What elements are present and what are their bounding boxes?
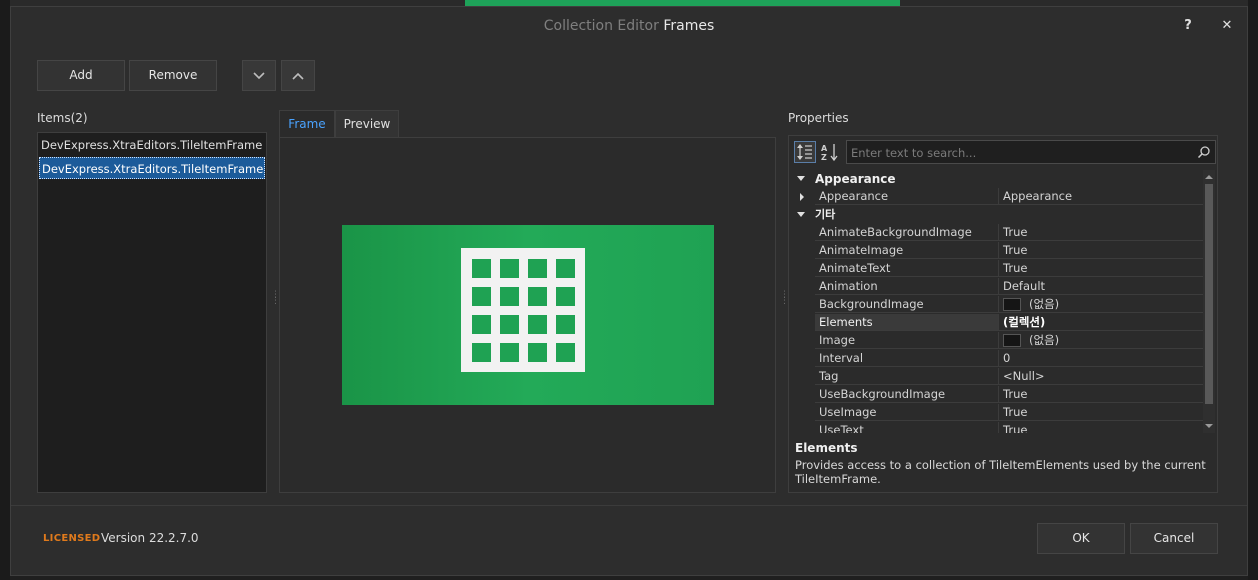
splitter-handle[interactable]: ⋮ ⋮ [271,291,280,310]
category-row[interactable]: Appearance [793,170,1203,188]
add-button[interactable]: Add [37,60,125,91]
version-label: Version 22.2.7.0 [101,531,199,545]
description-title: Elements [795,441,858,455]
property-name: AnimateImage [815,242,998,259]
property-row[interactable]: BackgroundImage (없음) [793,296,1203,314]
property-value[interactable]: True [998,224,1203,241]
property-name: Image [815,332,998,349]
move-down-button[interactable] [242,60,276,91]
property-row[interactable]: AnimateImage True [793,242,1203,260]
tab-frame[interactable]: Frame [279,110,335,137]
search-icon[interactable] [1197,145,1211,159]
title-prefix: Collection Editor [543,18,659,34]
image-swatch [1003,334,1021,347]
category-label: 기타 [815,208,836,221]
collapse-arrow-icon[interactable] [793,206,815,224]
background-left-panel [0,0,10,580]
help-button[interactable]: ? [1177,15,1199,37]
alphabetical-view-button[interactable]: A Z [819,141,841,163]
collection-editor-dialog: Collection Editor Frames ? ✕ Add Remove … [10,6,1248,576]
property-value[interactable]: Default [998,278,1203,295]
property-row[interactable]: UseBackgroundImage True [793,386,1203,404]
property-row[interactable]: Image (없음) [793,332,1203,350]
grid-icon [461,248,585,372]
property-name: Appearance [815,188,998,205]
properties-header: Properties [788,111,849,125]
categorized-view-button[interactable] [794,141,816,163]
property-name: UseText [815,422,998,433]
list-item-selected[interactable]: DevExpress.XtraEditors.TileItemFrame [39,157,265,179]
property-row[interactable]: UseImage True [793,404,1203,422]
property-name: BackgroundImage [815,296,998,313]
chevron-up-icon [292,72,304,80]
property-name: UseImage [815,404,998,421]
property-name: Tag [815,368,998,385]
property-row[interactable]: Interval 0 [793,350,1203,368]
scroll-down-icon[interactable] [1203,421,1215,431]
property-name: AnimateBackgroundImage [815,224,998,241]
property-name: Animation [815,278,998,295]
property-value-text: (없음) [1029,297,1060,311]
expand-arrow-icon[interactable] [793,188,815,206]
chevron-down-icon [253,72,265,80]
property-row[interactable]: Tag <Null> [793,368,1203,386]
footer-divider [11,505,1247,506]
property-name: AnimateText [815,260,998,277]
description-text: Provides access to a collection of TileI… [795,458,1206,486]
sort-alphabetical-icon: A Z [821,144,838,162]
ok-button[interactable]: OK [1037,523,1125,554]
property-name: Interval [815,350,998,367]
image-swatch [1003,298,1021,311]
property-value[interactable]: 0 [998,350,1203,367]
items-list[interactable]: DevExpress.XtraEditors.TileItemFrame Dev… [37,132,267,493]
property-value[interactable]: True [998,242,1203,259]
title-bar: Collection Editor Frames [11,7,1247,45]
property-row[interactable]: Animation Default [793,278,1203,296]
property-row[interactable]: AnimateBackgroundImage True [793,224,1203,242]
property-value[interactable]: True [998,422,1203,433]
property-search-input[interactable] [849,143,1193,163]
property-row[interactable]: UseText True [793,422,1203,433]
property-value[interactable]: (없음) [998,296,1203,313]
property-search-box[interactable] [846,140,1216,164]
scrollbar-thumb[interactable] [1205,184,1213,404]
tab-preview[interactable]: Preview [335,110,399,137]
property-value-text: (없음) [1029,333,1060,347]
cancel-button[interactable]: Cancel [1130,523,1218,554]
property-value[interactable]: (없음) [998,332,1203,349]
property-name: UseBackgroundImage [815,386,998,403]
scroll-up-icon[interactable] [1203,172,1215,182]
category-label: Appearance [815,172,896,186]
frame-preview-panel [279,137,776,493]
splitter-handle[interactable]: ⋮ ⋮ [780,291,789,310]
background-right-panel [1248,0,1258,580]
property-grid: A Z Appearance Appearance Appearance [788,135,1218,493]
property-name: Elements [815,314,998,331]
categorized-icon [797,144,812,160]
remove-button[interactable]: Remove [129,60,217,91]
items-header: Items(2) [37,111,88,125]
licensed-badge: LICENSED [43,533,101,544]
svg-text:Z: Z [821,153,827,162]
property-value[interactable]: <Null> [998,368,1203,385]
property-value[interactable]: True [998,404,1203,421]
property-scrollbar[interactable] [1203,170,1215,433]
property-value[interactable]: Appearance [998,188,1203,205]
close-button[interactable]: ✕ [1216,15,1238,37]
property-row-selected[interactable]: Elements (컬렉션) [793,314,1203,332]
list-item[interactable]: DevExpress.XtraEditors.TileItemFrame [39,134,265,156]
property-value[interactable]: True [998,386,1203,403]
property-rows: Appearance Appearance Appearance 기타 Anim… [793,170,1203,433]
property-row[interactable]: Appearance Appearance [793,188,1203,206]
title-main: Frames [663,18,715,34]
property-value[interactable]: (컬렉션) [998,314,1203,331]
property-value[interactable]: True [998,260,1203,277]
move-up-button[interactable] [281,60,315,91]
svg-text:A: A [821,144,828,153]
category-row[interactable]: 기타 [793,206,1203,224]
property-row[interactable]: AnimateText True [793,260,1203,278]
collapse-arrow-icon[interactable] [793,170,815,188]
tile-preview [342,225,714,405]
